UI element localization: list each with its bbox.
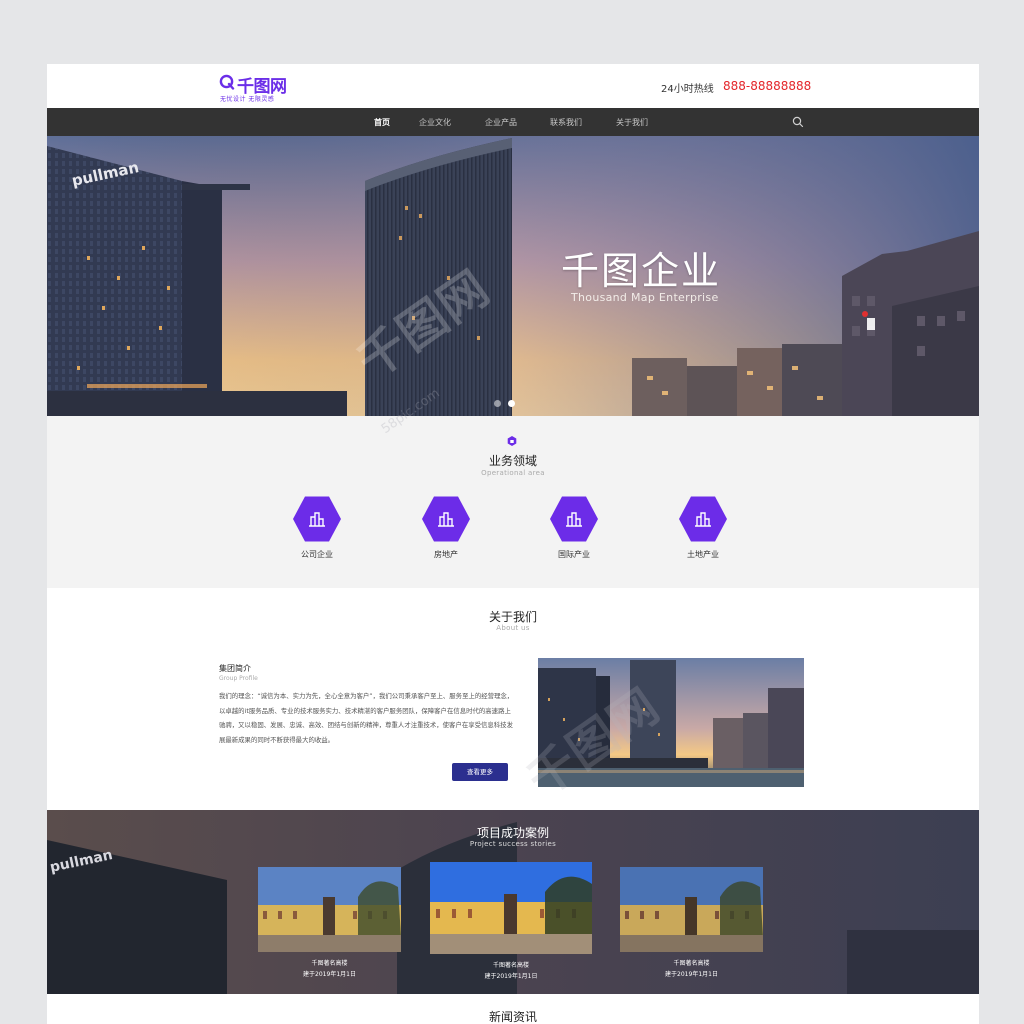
hero-city-image: pullman <box>47 136 979 416</box>
case-date: 建于2019年1月1日 <box>484 973 538 980</box>
case-date: 建于2019年1月1日 <box>303 971 356 978</box>
group-profile-subtitle: Group Profile <box>219 675 258 682</box>
cases-section: pullman 项目成功案例 Project success stories 千… <box>47 810 979 994</box>
business-item-land[interactable]: 土地产业 <box>663 495 743 565</box>
business-item-label: 国际产业 <box>558 550 590 559</box>
case-name: 千图著名高楼 <box>311 960 348 967</box>
business-item-company[interactable]: 公司企业 <box>277 495 357 565</box>
case-name: 千图著名高楼 <box>492 962 529 969</box>
about-title: 关于我们 <box>488 610 537 624</box>
hexagon-shape <box>550 496 598 542</box>
buildings-icon <box>566 512 582 527</box>
case-card-3[interactable]: 千图著名高楼 建于2019年1月1日 <box>620 867 763 978</box>
case-name: 千图著名高楼 <box>673 960 710 967</box>
business-subtitle: Operational area <box>481 469 545 477</box>
news-title: 新闻资讯 <box>488 1010 537 1024</box>
about-subtitle: About us <box>496 624 530 632</box>
view-more-button[interactable]: 查看更多 <box>452 763 508 781</box>
hexagon-shape <box>422 496 470 542</box>
business-item-label: 土地产业 <box>687 550 719 559</box>
hotline-label: 24小时热线 <box>661 84 714 95</box>
group-profile-title: 集团简介 <box>219 664 251 673</box>
nav-item-contact[interactable]: 联系我们 <box>550 117 582 128</box>
carousel-dot-1[interactable] <box>494 400 501 407</box>
business-item-international[interactable]: 国际产业 <box>534 495 614 565</box>
business-title: 业务领域 <box>488 454 537 468</box>
hexagon-shape <box>293 496 341 542</box>
business-item-real-estate[interactable]: 房地产 <box>406 495 486 565</box>
nav-item-products[interactable]: 企业产品 <box>485 117 517 128</box>
hero-subtitle: Thousand Map Enterprise <box>571 291 719 304</box>
cases-title: 项目成功案例 <box>476 826 549 840</box>
case-card-1[interactable]: 千图著名高楼 建于2019年1月1日 <box>258 867 401 978</box>
case-image <box>430 862 592 954</box>
business-item-label: 公司企业 <box>301 550 333 559</box>
main-nav: 首页 企业文化 企业产品 联系我们 关于我们 <box>47 108 979 136</box>
q-logo-icon <box>219 74 235 90</box>
header: 千图网 无忧设计 无限灵感 24小时热线 888-88888888 <box>47 64 979 108</box>
search-icon[interactable] <box>792 116 804 128</box>
buildings-icon <box>695 512 711 527</box>
hero-banner: pullman 千图企业 Thousand Map Enterprise 千图网 <box>47 136 979 416</box>
case-image <box>620 867 763 952</box>
hexagon-shape <box>679 496 727 542</box>
business-section: 业务领域 Operational area 公司企业 房地产 国际产业 土地产业 <box>47 416 979 588</box>
news-section: 新闻资讯 <box>47 994 979 1024</box>
case-date: 建于2019年1月1日 <box>665 971 718 978</box>
hexagon-badge-icon <box>507 436 517 446</box>
nav-item-home[interactable]: 首页 <box>374 117 390 128</box>
cases-subtitle: Project success stories <box>469 840 557 848</box>
about-image <box>538 658 804 787</box>
page: 千图网 无忧设计 无限灵感 24小时热线 888-88888888 首页 企业文… <box>47 64 979 1024</box>
nav-item-culture[interactable]: 企业文化 <box>419 117 451 128</box>
business-item-label: 房地产 <box>434 550 458 559</box>
logo-slogan: 无忧设计 无限灵感 <box>220 96 275 103</box>
nav-item-about[interactable]: 关于我们 <box>616 117 648 128</box>
hero-title: 千图企业 <box>561 249 722 293</box>
case-card-2[interactable]: 千图著名高楼 建于2019年1月1日 <box>430 862 592 984</box>
buildings-icon <box>309 512 325 527</box>
case-image <box>258 867 401 952</box>
about-section: 关于我们 About us 集团简介 Group Profile 我们的理念：“… <box>47 588 979 810</box>
hotline-number: 888-88888888 <box>723 79 812 93</box>
buildings-icon <box>438 512 454 527</box>
logo[interactable]: 千图网 无忧设计 无限灵感 <box>219 72 329 104</box>
carousel-dot-2[interactable] <box>508 400 515 407</box>
about-text: 我们的理念：“诚信为本、实力为先，全心全意为客户”，我们公司秉承客户至上、服务至… <box>219 692 514 744</box>
